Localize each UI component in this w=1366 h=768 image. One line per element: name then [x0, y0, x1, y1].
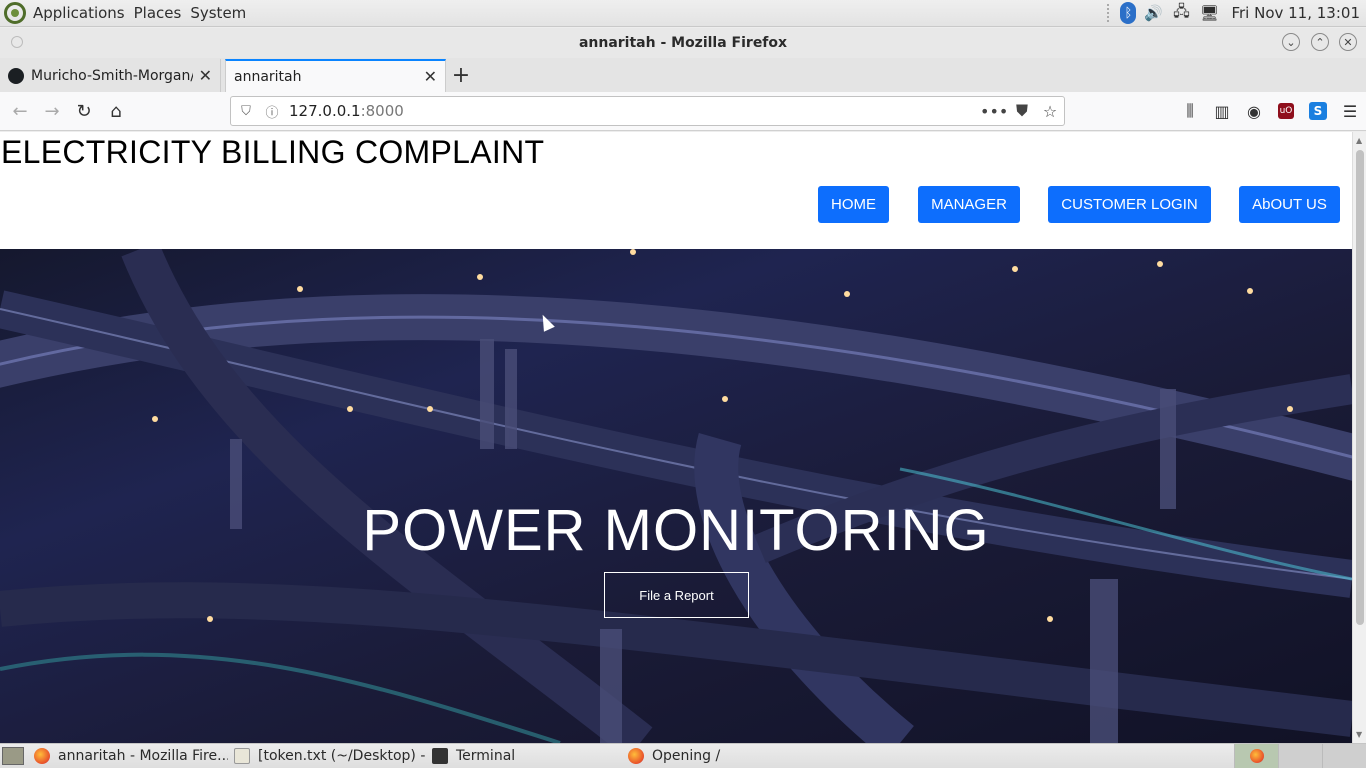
- tab-annaritah[interactable]: annaritah ✕: [225, 59, 446, 92]
- taskbar-item-firefox[interactable]: annaritah - Mozilla Fire...: [28, 744, 228, 768]
- clock[interactable]: Fri Nov 11, 13:01: [1231, 4, 1360, 22]
- navigation-toolbar: ← → ↻ ⌂ ⛉ ⓘ 127.0.0.1:8000 ••• ⛊ ☆ ⫼ ▥ ◉…: [0, 92, 1366, 131]
- taskbar-item-terminal[interactable]: Terminal: [426, 744, 622, 768]
- taskbar-item-label: Opening /: [652, 748, 721, 764]
- nav-customer-login-button[interactable]: CUSTOMER LOGIN: [1048, 186, 1211, 223]
- tab-bar: Muricho-Smith-Morgan/ ✕ annaritah ✕ +: [0, 58, 1366, 92]
- text-editor-icon: [234, 748, 250, 764]
- hero-background-image: [0, 249, 1352, 743]
- firefox-icon: [628, 748, 644, 764]
- workspace-3[interactable]: [1322, 744, 1366, 768]
- menu-system[interactable]: System: [190, 4, 246, 22]
- forward-icon[interactable]: →: [36, 95, 68, 127]
- taskbar: annaritah - Mozilla Fire... [token.txt (…: [0, 743, 1366, 768]
- hero-banner: POWER MONITORING File a Report: [0, 249, 1352, 743]
- back-icon[interactable]: ←: [4, 95, 36, 127]
- taskbar-item-label: annaritah - Mozilla Fire...: [58, 748, 228, 764]
- github-icon: [8, 67, 24, 84]
- toolbar-right: ⫼ ▥ ◉ uO S ☰: [1174, 96, 1366, 126]
- home-icon[interactable]: ⌂: [100, 95, 132, 127]
- pocket-icon[interactable]: ⛊: [1008, 101, 1036, 121]
- url-bar[interactable]: ⛉ ⓘ 127.0.0.1:8000 ••• ⛊ ☆: [230, 96, 1065, 126]
- tab-github[interactable]: Muricho-Smith-Morgan/ ✕: [0, 59, 221, 92]
- hero-title: POWER MONITORING: [362, 498, 990, 563]
- menu-applications[interactable]: Applications: [33, 4, 125, 22]
- system-panel: Applications Places System ᛒ 🔊 🖧 🖥 Fri N…: [0, 0, 1366, 27]
- bluetooth-icon[interactable]: ᛒ: [1120, 2, 1137, 24]
- window-menu-icon[interactable]: [11, 36, 23, 48]
- taskbar-item-text-editor[interactable]: [token.txt (~/Desktop) - ...: [228, 744, 426, 768]
- url-host: 127.0.0.1: [289, 102, 361, 120]
- web-page: ELECTRICITY BILLING COMPLAINT HOME MANAG…: [0, 132, 1352, 743]
- account-icon[interactable]: ◉: [1238, 102, 1270, 121]
- file-report-button[interactable]: File a Report: [604, 572, 749, 618]
- close-window-icon[interactable]: ✕: [1339, 33, 1357, 51]
- workspace-2[interactable]: [1278, 744, 1322, 768]
- site-title: ELECTRICITY BILLING COMPLAINT: [1, 134, 545, 170]
- maximize-icon[interactable]: ⌃: [1311, 33, 1329, 51]
- extension-s-icon[interactable]: S: [1309, 102, 1327, 120]
- system-tray: ᛒ 🔊 🖧 🖥 Fri Nov 11, 13:01: [1107, 0, 1366, 27]
- library-icon[interactable]: ⫼: [1174, 101, 1206, 121]
- nav-manager-button[interactable]: MANAGER: [918, 186, 1020, 223]
- window-titlebar[interactable]: annaritah - Mozilla Firefox ⌄ ⌃ ✕: [0, 28, 1366, 58]
- show-desktop-icon[interactable]: [2, 747, 24, 765]
- url-port: :8000: [360, 102, 404, 120]
- tab-label: annaritah: [234, 68, 302, 85]
- scroll-up-icon[interactable]: ▲: [1356, 136, 1362, 145]
- volume-icon[interactable]: 🔊: [1142, 2, 1164, 24]
- hamburger-menu-icon[interactable]: ☰: [1334, 102, 1366, 121]
- terminal-icon: [432, 748, 448, 764]
- page-actions-icon[interactable]: •••: [980, 102, 1008, 121]
- close-tab-icon[interactable]: ✕: [199, 66, 212, 85]
- scrollbar-thumb[interactable]: [1356, 150, 1364, 625]
- firefox-icon: [1249, 749, 1264, 763]
- tray-handle[interactable]: [1107, 4, 1111, 22]
- scroll-down-icon[interactable]: ▼: [1356, 730, 1362, 739]
- taskbar-item-label: Terminal: [456, 748, 516, 764]
- distro-logo-icon[interactable]: [4, 2, 26, 24]
- sidebar-icon[interactable]: ▥: [1206, 102, 1238, 121]
- workspace-switcher: [1234, 744, 1366, 768]
- reload-icon[interactable]: ↻: [68, 95, 100, 127]
- taskbar-item-label: [token.txt (~/Desktop) - ...: [258, 748, 426, 764]
- site-info-icon[interactable]: ⓘ: [261, 102, 283, 121]
- page-scrollbar[interactable]: ▲ ▼: [1352, 132, 1366, 743]
- network-icon[interactable]: 🖧: [1170, 2, 1192, 24]
- firefox-icon: [34, 748, 50, 764]
- update-notifier-icon[interactable]: 🖥: [1198, 2, 1220, 24]
- tab-label: Muricho-Smith-Morgan/: [31, 67, 193, 84]
- bookmark-star-icon[interactable]: ☆: [1036, 102, 1064, 121]
- nav-home-button[interactable]: HOME: [818, 186, 889, 223]
- window-title: annaritah - Mozilla Firefox: [578, 35, 788, 51]
- menu-places[interactable]: Places: [134, 4, 182, 22]
- taskbar-item-opening[interactable]: Opening /: [622, 744, 822, 768]
- tracking-protection-icon[interactable]: ⛉: [235, 104, 257, 119]
- minimize-icon[interactable]: ⌄: [1282, 33, 1300, 51]
- close-tab-icon[interactable]: ✕: [424, 67, 437, 86]
- ublock-icon[interactable]: uO: [1278, 103, 1294, 119]
- workspace-1[interactable]: [1234, 744, 1278, 768]
- nav-about-us-button[interactable]: AbOUT US: [1239, 186, 1340, 223]
- new-tab-icon[interactable]: +: [446, 59, 476, 92]
